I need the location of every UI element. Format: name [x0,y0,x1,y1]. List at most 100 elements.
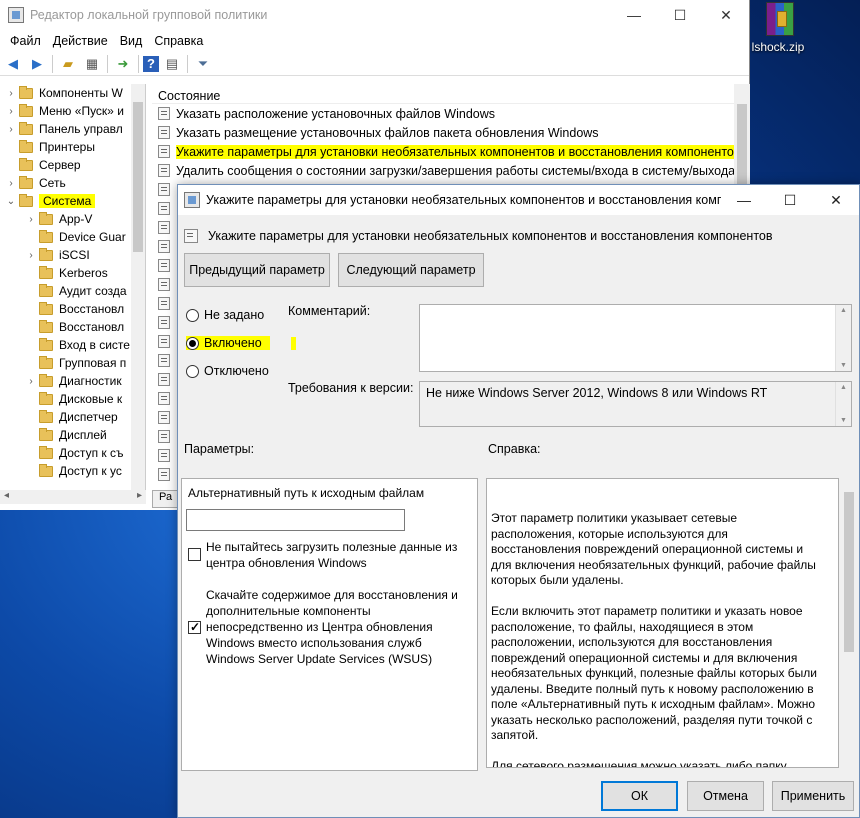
up-folder-icon[interactable]: ▰ [57,54,79,74]
forward-arrow-icon[interactable]: ▶ [26,54,48,74]
policy-row[interactable]: Удалить сообщения о состоянии загрузки/з… [152,161,750,180]
policy-icon [158,221,170,234]
tree-item[interactable]: Доступ к ус [0,462,145,480]
tree-expander-icon[interactable]: › [6,106,16,117]
navigation-tree: › Компоненты W › Меню «Пуск» и › Панель управ… [0,84,146,490]
tree-expander-icon[interactable]: › [26,250,36,261]
tree-item[interactable]: › Сеть [0,174,145,192]
help-label: Справка: [488,442,541,456]
desktop-icon-archive[interactable]: lshock.zip [752,0,808,60]
policy-icon [158,316,170,329]
radio-not-configured[interactable]: Не задано [186,308,264,322]
maximize-button[interactable]: ☐ [657,0,703,30]
export-list-icon[interactable]: ➜ [112,54,134,74]
dialog-close-button[interactable]: ✕ [813,185,859,215]
policy-icon [158,164,170,177]
tree-item[interactable]: Сервер [0,156,145,174]
supported-scrollbar[interactable] [835,382,851,426]
help-icon[interactable]: ? [143,55,159,72]
checkbox2-label-pre: Скачайте содержимое для восстановления и… [206,588,458,618]
tree-expander-icon[interactable]: › [6,178,16,189]
show-tree-icon[interactable]: ▦ [81,54,103,74]
tree-item[interactable]: Восстановл [0,300,145,318]
policy-settings-dialog: Укажите параметры для установки необязат… [177,184,860,818]
tree-expander-icon[interactable]: › [6,124,16,135]
comment-label: Комментарий: [288,304,371,318]
policy-icon [158,373,170,386]
toolbar-separator [187,54,188,73]
supported-on-value: Не ниже Windows Server 2012, Windows 8 и… [426,386,768,400]
tree-horizontal-scrollbar[interactable]: ◂ ▸ [0,490,146,504]
tree-item-label: Меню «Пуск» и [39,104,124,118]
comment-textarea[interactable] [419,304,852,372]
tree-item[interactable]: › Меню «Пуск» и [0,102,145,120]
tree-vertical-scrollbar[interactable] [131,84,145,490]
policy-icon [158,449,170,462]
policy-icon [158,240,170,253]
next-setting-button[interactable]: Следующий параметр [338,253,484,287]
tree-item[interactable]: Дисковые к [0,390,145,408]
dialog-minimize-button[interactable]: — [721,185,767,215]
menu-help[interactable]: Справка [148,34,209,48]
apply-button[interactable]: Применить [772,781,854,811]
policy-icon [158,145,170,158]
tree-item[interactable]: Принтеры [0,138,145,156]
toolbar-separator [52,54,53,73]
tree-item[interactable]: › Диагностик [0,372,145,390]
policy-row[interactable]: Указать размещение установочных файлов п… [152,123,750,142]
tree-item-label: Восстановл [59,320,125,334]
policy-icon [158,278,170,291]
radio-enabled[interactable]: Включено [186,336,270,350]
options-label: Параметры: [184,442,255,456]
tree-item[interactable]: Диспетчер [0,408,145,426]
properties-icon[interactable]: ▤ [161,54,183,74]
checkbox-download-from-wu[interactable]: непосредственно из Центра обновления Win… [188,619,468,667]
close-button[interactable]: ✕ [703,0,749,30]
folder-icon [39,211,53,225]
dialog-maximize-button[interactable]: ☐ [767,185,813,215]
tree-item[interactable]: ⌄ Система [0,192,145,210]
comment-scrollbar[interactable] [835,305,851,371]
list-column-header-state[interactable]: Состояние [152,84,750,104]
tree-expander-icon[interactable]: › [26,214,36,225]
menu-file[interactable]: Файл [4,34,47,48]
back-arrow-icon[interactable]: ◀ [2,54,24,74]
minimize-button[interactable]: — [611,0,657,30]
tree-item-label: Kerberos [59,266,108,280]
ok-button[interactable]: ОК [601,781,678,811]
previous-setting-button[interactable]: Предыдущий параметр [184,253,330,287]
tree-item[interactable]: Аудит созда [0,282,145,300]
tree-item[interactable]: Дисплей [0,426,145,444]
tree-expander-icon[interactable]: › [26,376,36,387]
tree-expander-icon[interactable]: ⌄ [6,196,16,207]
tree-item[interactable]: › Компоненты W [0,84,145,102]
policy-row[interactable]: Укажите параметры для установки необязат… [152,142,750,161]
policy-row-label: Указать размещение установочных файлов п… [176,125,599,140]
tree-item[interactable]: Device Guar [0,228,145,246]
tree-item[interactable]: › App-V [0,210,145,228]
radio-disabled[interactable]: Отключено [186,364,269,378]
menu-action[interactable]: Действие [47,34,114,48]
menu-view[interactable]: Вид [114,34,149,48]
policy-icon [158,468,170,481]
tree-expander-icon[interactable]: › [6,88,16,99]
tree-item-label: Доступ к ус [59,464,122,478]
checkbox-no-windows-update[interactable]: Не пытайтесь загрузить полезные данные и… [188,539,468,571]
tree-item[interactable]: › Панель управл [0,120,145,138]
folder-icon [39,301,53,315]
policy-icon [158,335,170,348]
policy-row[interactable]: Указать расположение установочных файлов… [152,104,750,123]
alt-path-input[interactable] [186,509,405,531]
tree-item[interactable]: Восстановл [0,318,145,336]
folder-icon [39,283,53,297]
tree-item[interactable]: Групповая п [0,354,145,372]
tree-item[interactable]: Kerberos [0,264,145,282]
cancel-button[interactable]: Отмена [687,781,764,811]
tree-item[interactable]: Вход в систе [0,336,145,354]
help-scrollbar[interactable] [841,478,857,768]
tree-item[interactable]: Доступ к съ [0,444,145,462]
filter-icon[interactable]: ⏷ [192,54,214,74]
folder-icon [39,337,53,351]
tree-item[interactable]: › iSCSI [0,246,145,264]
folder-icon [19,193,33,207]
